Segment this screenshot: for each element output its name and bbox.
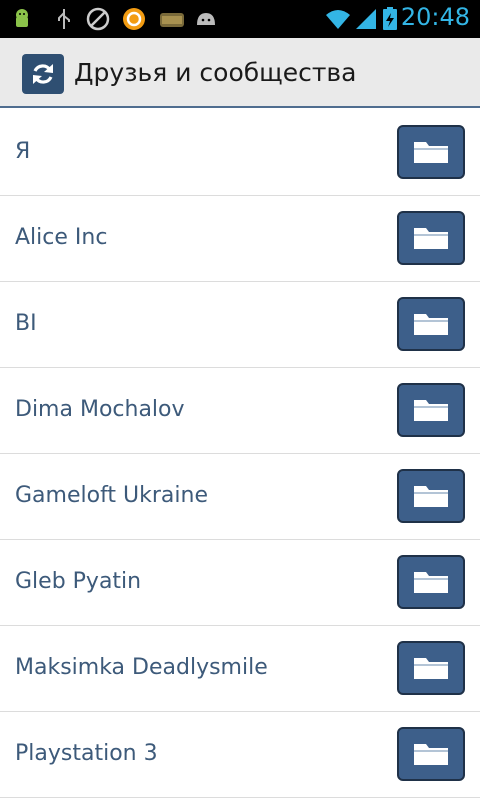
list-item[interactable]: Maksimka Deadlysmile [0,626,480,712]
list-item-label: Alice Inc [15,225,108,250]
status-bar: 20:48 [0,0,480,38]
meat-app-icon [160,13,184,27]
sync-app-icon [123,8,145,30]
list-item[interactable]: Gameloft Ukraine [0,454,480,540]
folder-icon [414,314,448,335]
list-item-label: BI [15,311,37,336]
folder-icon [414,486,448,507]
signal-icon [356,9,376,29]
page-title: Друзья и сообщества [74,58,357,87]
friends-list: Я Alice Inc BI Dima Mochalov Gameloft Uk… [0,110,480,798]
refresh-button[interactable] [22,54,64,94]
folder-icon [414,228,448,249]
blocked-icon [86,7,110,31]
open-folder-button[interactable] [397,555,465,609]
folder-icon [414,744,448,765]
list-item[interactable]: Playstation 3 [0,712,480,798]
list-item-label: Playstation 3 [15,741,158,766]
folder-icon [414,658,448,679]
list-item-label: Gameloft Ukraine [15,483,209,508]
action-bar: Друзья и сообщества [0,38,480,108]
list-item[interactable]: BI [0,282,480,368]
folder-icon [414,400,448,421]
open-folder-button[interactable] [397,383,465,437]
open-folder-button[interactable] [397,641,465,695]
open-folder-button[interactable] [397,297,465,351]
open-folder-button[interactable] [397,211,465,265]
open-folder-button[interactable] [397,727,465,781]
refresh-icon [33,64,53,84]
folder-icon [414,142,448,163]
list-item[interactable]: Alice Inc [0,196,480,282]
folder-icon [414,572,448,593]
list-item-label: Я [15,139,31,164]
list-item[interactable]: Gleb Pyatin [0,540,480,626]
battery-charging-icon [383,7,397,30]
list-item-label: Gleb Pyatin [15,569,142,594]
usb-icon [58,9,70,29]
list-item-label: Maksimka Deadlysmile [15,655,268,680]
clock: 20:48 [400,3,470,31]
android-head-icon [197,13,215,25]
android-robot-icon [16,9,28,27]
open-folder-button[interactable] [397,469,465,523]
list-item-label: Dima Mochalov [15,397,185,422]
list-item[interactable]: Dima Mochalov [0,368,480,454]
wifi-icon [326,10,350,29]
open-folder-button[interactable] [397,125,465,179]
list-item[interactable]: Я [0,110,480,196]
